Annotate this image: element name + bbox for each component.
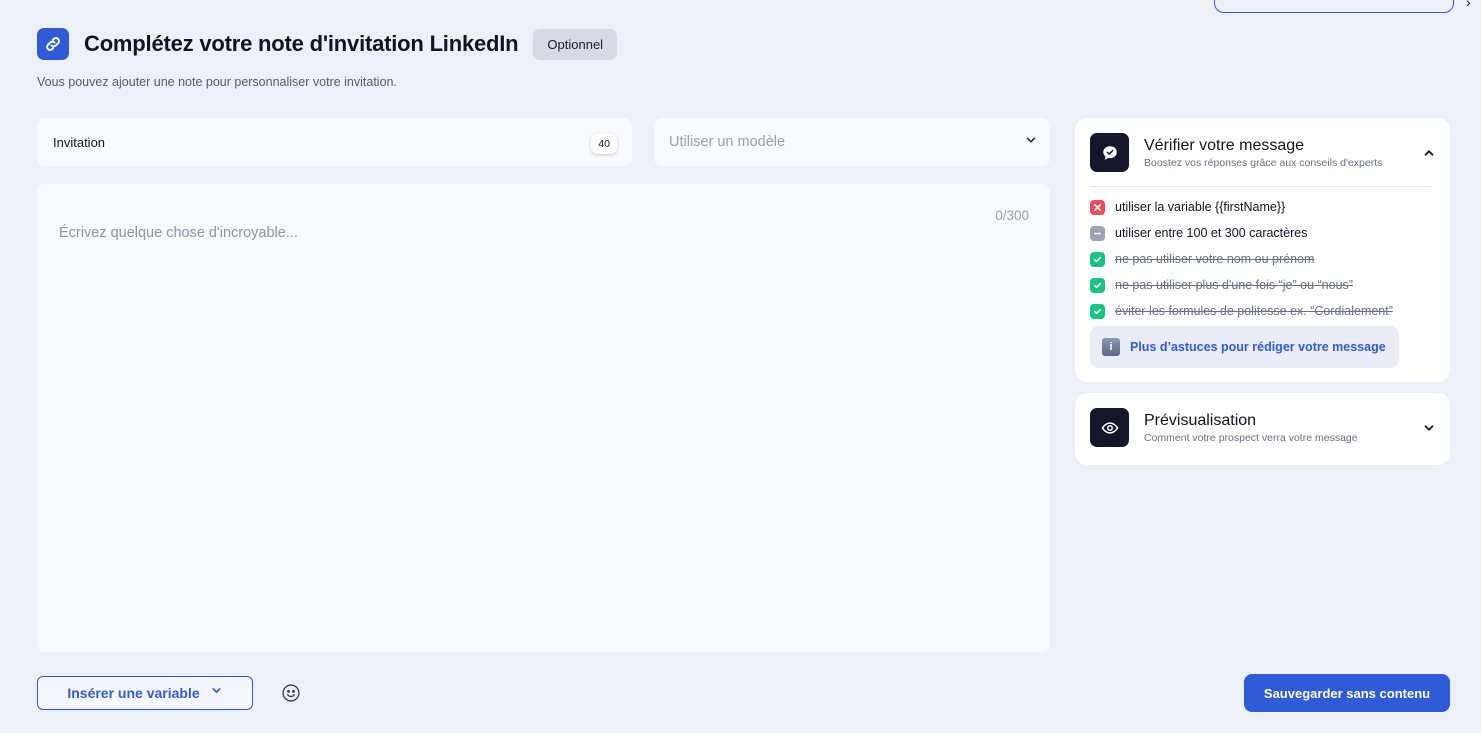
page-header: Complétez votre note d'invitation Linked… — [37, 28, 618, 60]
checkmark-icon — [1090, 277, 1105, 293]
fail-icon — [1090, 199, 1105, 215]
save-without-content-button[interactable]: Sauvegarder sans contenu — [1244, 674, 1450, 712]
page-title: Complétez votre note d'invitation Linked… — [84, 31, 519, 56]
more-tips-button[interactable]: i Plus d’astuces pour rédiger votre mess… — [1090, 326, 1399, 368]
check-item-no-name: ne pas utiliser votre nom ou prénom — [1090, 246, 1393, 272]
top-action-button[interactable] — [1214, 0, 1454, 13]
preview-card-title: Prévisualisation — [1144, 412, 1257, 429]
check-label: utiliser la variable {{firstName}} — [1115, 200, 1286, 214]
message-checklist: utiliser la variable {{firstName}} utili… — [1090, 194, 1393, 324]
info-icon: i — [1102, 338, 1120, 356]
verify-card-title: Vérifier votre message — [1144, 137, 1305, 154]
template-select[interactable]: Utiliser un modèle — [654, 118, 1050, 166]
name-char-counter: 40 — [591, 134, 617, 154]
check-label: utiliser entre 100 et 300 caractères — [1115, 226, 1308, 240]
page-subtitle: Vous pouvez ajouter une note pour person… — [37, 75, 397, 89]
chevron-down-icon — [210, 684, 223, 702]
minus-icon — [1090, 225, 1105, 241]
optional-badge: Optionnel — [533, 28, 618, 60]
chevron-up-icon[interactable] — [1422, 146, 1436, 165]
card-divider — [1090, 186, 1431, 187]
emoji-icon[interactable] — [281, 683, 301, 703]
chevron-down-icon[interactable] — [1422, 421, 1436, 440]
insert-variable-label: Insérer une variable — [67, 685, 200, 701]
message-check-icon — [1090, 133, 1129, 172]
checkmark-icon — [1090, 251, 1105, 267]
check-item-length: utiliser entre 100 et 300 caractères — [1090, 220, 1393, 246]
eye-icon — [1090, 408, 1129, 447]
link-icon — [37, 28, 69, 60]
verify-message-card: Vérifier votre message Boostez vos répon… — [1075, 118, 1450, 382]
verify-card-subtitle: Boostez vos réponses grâce aux conseils … — [1144, 157, 1383, 169]
checkmark-icon — [1090, 303, 1105, 319]
chevron-down-icon — [1024, 133, 1038, 152]
preview-card[interactable]: Prévisualisation Comment votre prospect … — [1075, 393, 1450, 465]
check-item-politesse: éviter les formules de politesse ex. “Co… — [1090, 298, 1393, 324]
check-item-firstname: utiliser la variable {{firstName}} — [1090, 194, 1393, 220]
preview-card-subtitle: Comment votre prospect verra votre messa… — [1144, 432, 1358, 444]
more-tips-label: Plus d’astuces pour rédiger votre messag… — [1130, 340, 1386, 354]
template-select-placeholder: Utiliser un modèle — [669, 134, 786, 150]
message-editor[interactable]: Écrivez quelque chose d'incroyable... 0/… — [37, 184, 1050, 652]
check-item-je-nous: ne pas utiliser plus d'une fois “je” ou … — [1090, 272, 1393, 298]
invitation-name-field[interactable]: Invitation 40 — [37, 118, 632, 166]
chevron-icon[interactable]: › — [1466, 0, 1471, 10]
check-label: ne pas utiliser plus d'une fois “je” ou … — [1115, 278, 1353, 292]
editor-char-count: 0/300 — [995, 208, 1029, 223]
invitation-name-value: Invitation — [53, 134, 106, 150]
check-label: éviter les formules de politesse ex. “Co… — [1115, 304, 1393, 318]
check-label: ne pas utiliser votre nom ou prénom — [1115, 252, 1315, 266]
editor-placeholder: Écrivez quelque chose d'incroyable... — [59, 225, 298, 241]
insert-variable-button[interactable]: Insérer une variable — [37, 676, 253, 710]
